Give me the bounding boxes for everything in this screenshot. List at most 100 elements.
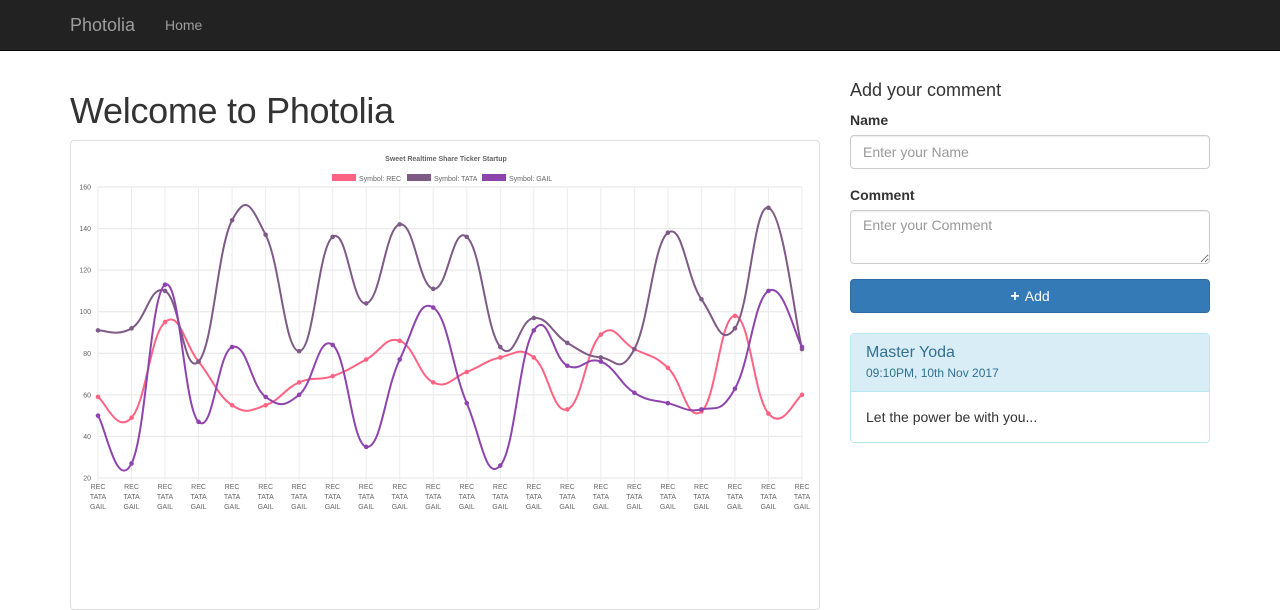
x-tick-label: GAIL: [794, 504, 810, 511]
series-point: [263, 232, 268, 238]
add-button-label: Add: [1024, 288, 1050, 304]
series-point: [430, 305, 436, 310]
x-tick-label: TATA: [425, 494, 442, 501]
x-tick-label: TATA: [90, 494, 107, 501]
series-point: [129, 326, 134, 331]
y-tick-label: 80: [83, 351, 91, 358]
name-label: Name: [850, 112, 889, 128]
series-point: [665, 230, 671, 236]
series-point: [296, 348, 302, 354]
x-tick-label: TATA: [392, 494, 409, 501]
x-tick-label: GAIL: [157, 504, 173, 511]
series-point: [565, 363, 570, 369]
series-point: [497, 355, 503, 360]
chart-title: Sweet Realtime Share Ticker Startup: [385, 156, 507, 163]
series-point: [263, 402, 268, 408]
series-point: [296, 380, 302, 385]
x-tick-label: TATA: [324, 494, 341, 501]
x-tick-label: GAIL: [559, 504, 575, 511]
x-tick-label: REC: [661, 484, 676, 491]
x-tick-label: GAIL: [90, 504, 106, 511]
series-point: [632, 390, 637, 396]
x-tick-label: GAIL: [358, 504, 374, 511]
series-point: [363, 301, 369, 306]
series-point: [196, 419, 201, 425]
series-point: [766, 288, 771, 294]
nav-home-link[interactable]: Home: [165, 17, 202, 33]
series-point: [732, 313, 738, 319]
legend-label: Symbol: REC: [359, 176, 401, 183]
series-point: [766, 205, 771, 211]
add-comment-button[interactable]: + Add: [850, 279, 1210, 313]
share-ticker-chart: Sweet Realtime Share Ticker Startup Symbo…: [79, 156, 810, 511]
series-point: [799, 344, 805, 350]
series-point: [732, 386, 738, 391]
series-point: [766, 411, 771, 416]
y-tick-label: 100: [79, 309, 91, 316]
x-tick-label: TATA: [459, 494, 476, 501]
series-point: [95, 394, 101, 400]
series-point: [397, 338, 403, 344]
legend-swatch: [482, 174, 506, 181]
legend-label: Symbol: TATA: [434, 176, 478, 183]
x-tick-label: TATA: [760, 494, 777, 501]
series-point: [430, 286, 436, 292]
series-point: [531, 315, 537, 321]
series-point: [464, 400, 470, 406]
series-point: [632, 346, 637, 352]
name-input[interactable]: [850, 135, 1210, 169]
series-line: [97, 314, 803, 424]
series-point: [162, 319, 168, 325]
x-tick-label: REC: [627, 484, 642, 491]
series-point: [565, 340, 570, 346]
legend-swatch: [407, 174, 431, 181]
comment-timestamp: 09:10PM, 10th Nov 2017: [866, 366, 999, 380]
x-tick-label: GAIL: [492, 504, 508, 511]
x-tick-label: GAIL: [626, 504, 642, 511]
x-tick-label: GAIL: [459, 504, 475, 511]
series-point: [598, 359, 604, 364]
page-title: Welcome to Photolia: [70, 90, 394, 131]
x-tick-label: REC: [526, 484, 541, 491]
y-tick-label: 60: [83, 392, 91, 399]
series-point: [397, 357, 403, 362]
series-point: [330, 373, 335, 379]
brand-link[interactable]: Photolia: [70, 15, 135, 36]
series-point: [229, 217, 235, 223]
x-tick-label: REC: [459, 484, 474, 491]
series-point: [229, 402, 235, 408]
series-point: [497, 344, 503, 350]
series-point: [162, 288, 168, 294]
x-tick-label: REC: [225, 484, 240, 491]
x-tick-label: REC: [392, 484, 407, 491]
x-tick-label: TATA: [526, 494, 543, 501]
y-tick-label: 40: [83, 434, 91, 441]
comment-textarea[interactable]: [850, 210, 1210, 264]
x-tick-label: REC: [426, 484, 441, 491]
series-point: [799, 392, 805, 398]
series-point: [598, 332, 604, 337]
x-tick-label: TATA: [291, 494, 308, 501]
comment-form-heading: Add your comment: [850, 80, 1002, 100]
series-point: [497, 463, 503, 468]
x-tick-label: REC: [258, 484, 273, 491]
series-point: [699, 296, 704, 302]
x-tick-label: GAIL: [660, 504, 676, 511]
y-tick-label: 160: [79, 185, 91, 192]
x-tick-label: TATA: [693, 494, 710, 501]
x-tick-label: GAIL: [124, 504, 140, 511]
legend-label: Symbol: GAIL: [509, 176, 552, 183]
x-tick-label: REC: [325, 484, 340, 491]
x-tick-label: REC: [191, 484, 206, 491]
x-tick-label: REC: [359, 484, 374, 491]
y-tick-label: 120: [79, 268, 91, 275]
x-tick-label: REC: [560, 484, 575, 491]
series-point: [531, 355, 537, 360]
x-tick-label: TATA: [358, 494, 375, 501]
comment-card: Master Yoda 09:10PM, 10th Nov 2017 Let t…: [850, 333, 1210, 443]
x-tick-label: TATA: [593, 494, 610, 501]
x-tick-label: REC: [292, 484, 307, 491]
x-tick-label: TATA: [626, 494, 643, 501]
comment-label: Comment: [850, 187, 915, 203]
x-tick-label: TATA: [123, 494, 140, 501]
